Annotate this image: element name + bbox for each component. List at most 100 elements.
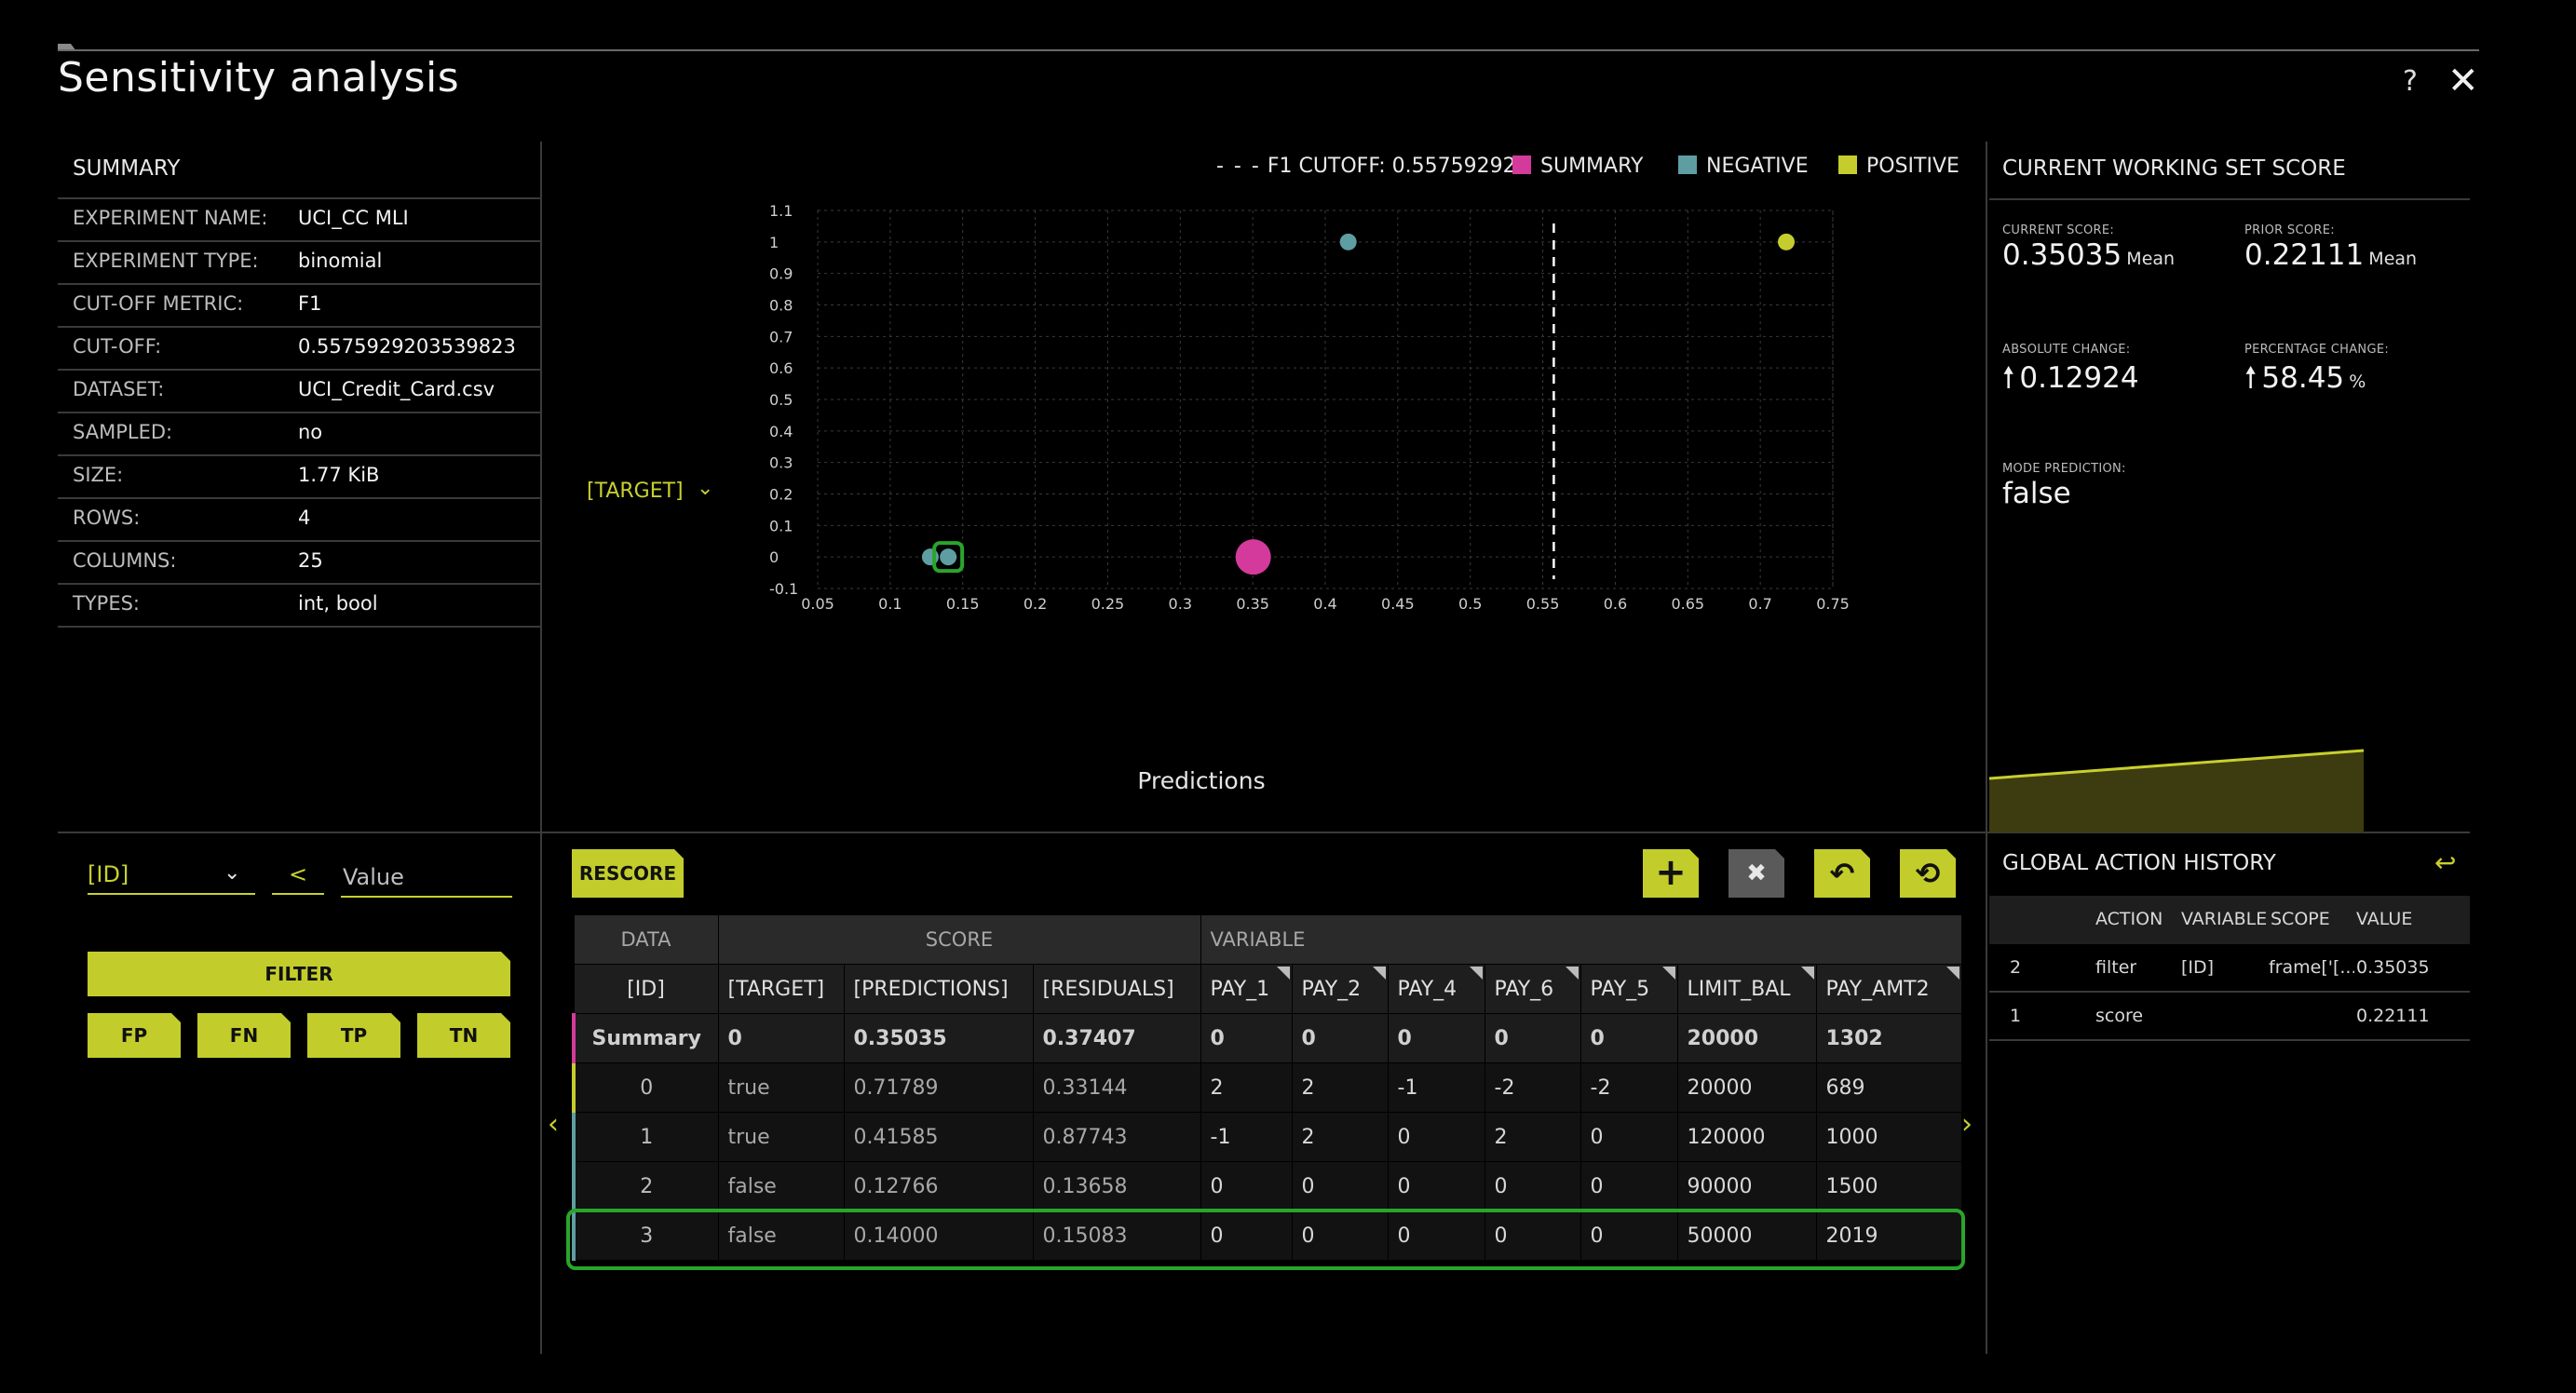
table-row[interactable]: 2 false 0.12766 0.13658 0 0 0 0 0 90000 1500 xyxy=(572,1161,1962,1211)
summary-value: 25 xyxy=(298,549,323,572)
column-header[interactable]: [PREDICTIONS] xyxy=(843,964,1034,1014)
reset-history-icon[interactable]: ⟲ xyxy=(1900,849,1956,898)
table-cell: -2 xyxy=(1484,1062,1581,1113)
mode-prediction-label: MODE PREDICTION: xyxy=(2002,462,2126,476)
history-row[interactable]: 1 score 0.22111 xyxy=(1989,993,2470,1041)
y-tick-label: 0.4 xyxy=(769,423,793,440)
scroll-left-icon[interactable]: ‹ xyxy=(548,1108,559,1141)
column-header-label: PAY_AMT2 xyxy=(1825,977,1930,1001)
legend-negative-label: NEGATIVE xyxy=(1706,155,1809,178)
undo-icon[interactable]: ↶ xyxy=(1814,849,1870,898)
x-tick-label: 0.4 xyxy=(1313,595,1336,613)
table-cell: 0.87743 xyxy=(1032,1112,1201,1162)
table-row[interactable]: 0 true 0.71789 0.33144 2 2 -1 -2 -2 20000 689 xyxy=(572,1062,1962,1113)
chevron-down-icon[interactable]: ⌄ xyxy=(697,477,713,500)
current-score-label: CURRENT SCORE: xyxy=(2002,223,2115,237)
legend-positive-label: POSITIVE xyxy=(1866,155,1959,178)
column-header[interactable]: PAY_AMT2 xyxy=(1815,964,1962,1014)
table-cell: 0 xyxy=(717,1013,845,1063)
summary-value: 0.5575929203539823 xyxy=(298,335,516,358)
legend-cutoff[interactable]: - - - F1 CUTOFF: 0.55759292 xyxy=(1216,155,1516,178)
summary-key: ROWS: xyxy=(73,507,141,529)
column-header[interactable]: [TARGET] xyxy=(717,964,845,1014)
panel-divider xyxy=(1986,142,1987,1354)
table-row[interactable]: 1 true 0.41585 0.87743 -1 2 0 2 0 120000 1000 xyxy=(572,1112,1962,1162)
legend-positive[interactable]: POSITIVE xyxy=(1838,155,1959,178)
rescore-button[interactable]: RESCORE xyxy=(572,849,684,898)
history-row[interactable]: 2 filter [ID] frame['[... 0.35035 xyxy=(1989,944,2470,993)
column-header[interactable]: PAY_2 xyxy=(1291,964,1389,1014)
point-negative xyxy=(1339,233,1357,250)
table-cell: 0.12766 xyxy=(843,1161,1034,1211)
column-header-label: LIMIT_BAL xyxy=(1687,977,1791,1001)
scroll-right-icon[interactable]: › xyxy=(1961,1108,1973,1141)
column-header[interactable]: [RESIDUALS] xyxy=(1032,964,1201,1014)
absolute-change-label: ABSOLUTE CHANGE: xyxy=(2002,343,2131,357)
sort-corner-icon xyxy=(1276,967,1290,980)
y-tick-label: 0.3 xyxy=(769,454,793,472)
column-header[interactable]: PAY_4 xyxy=(1387,964,1485,1014)
table-cell: false xyxy=(717,1161,845,1211)
y-tick-label: -0.1 xyxy=(769,580,798,598)
summary-key: CUT-OFF: xyxy=(73,335,162,358)
percentage-change-label: PERCENTAGE CHANGE: xyxy=(2244,343,2390,357)
help-icon[interactable]: ? xyxy=(2403,65,2418,98)
tp-button[interactable]: TP xyxy=(307,1013,400,1058)
prior-score-value: 0.22111 xyxy=(2244,238,2365,272)
summary-value: binomial xyxy=(298,250,383,272)
filter-value-input[interactable] xyxy=(341,859,512,898)
table-cell: 0 xyxy=(1579,1013,1678,1063)
x-tick-label: 0.7 xyxy=(1748,595,1771,613)
column-header[interactable]: LIMIT_BAL xyxy=(1676,964,1817,1014)
table-cell: 0.13658 xyxy=(1032,1161,1201,1211)
x-tick-label: 0.45 xyxy=(1381,595,1415,613)
history-index: 2 xyxy=(2010,957,2022,978)
chevron-down-icon[interactable]: ⌄ xyxy=(224,861,240,885)
summary-key: TYPES: xyxy=(73,592,140,615)
table-cell: 1 xyxy=(572,1112,719,1162)
summary-key: SAMPLED: xyxy=(73,421,173,443)
history-value: 0.35035 xyxy=(2356,957,2430,978)
table-cell: 0 xyxy=(1579,1112,1678,1162)
column-header-label: PAY_6 xyxy=(1494,977,1554,1001)
summary-row[interactable]: Summary 0 0.35035 0.37407 0 0 0 0 0 20000 1302 xyxy=(572,1013,1962,1063)
tn-button[interactable]: TN xyxy=(417,1013,510,1058)
x-tick-label: 0.2 xyxy=(1024,595,1047,613)
table-cell: 0 xyxy=(1387,1013,1485,1063)
history-action: filter xyxy=(2095,957,2137,978)
filter-operator-select[interactable]: < xyxy=(272,861,324,895)
table-cell: true xyxy=(717,1062,845,1113)
fn-button[interactable]: FN xyxy=(197,1013,291,1058)
page-title: Sensitivity analysis xyxy=(58,54,460,101)
close-icon[interactable]: ✕ xyxy=(2447,60,2479,102)
current-score-value: 0.35035 xyxy=(2002,238,2122,272)
legend-summary[interactable]: SUMMARY xyxy=(1512,155,1643,178)
summary-value: F1 xyxy=(298,292,322,315)
table-cell: 2 xyxy=(1291,1062,1389,1113)
column-header-label: [PREDICTIONS] xyxy=(853,977,1009,1001)
table-cell: 0 xyxy=(1484,1013,1581,1063)
y-tick-label: 0.6 xyxy=(769,359,793,377)
add-icon[interactable]: + xyxy=(1643,849,1699,898)
point-negative xyxy=(940,548,957,566)
summary-key: COLUMNS: xyxy=(73,549,177,572)
column-header[interactable]: PAY_6 xyxy=(1484,964,1581,1014)
column-header[interactable]: PAY_5 xyxy=(1579,964,1678,1014)
undo-icon[interactable]: ↩ xyxy=(2434,847,2456,878)
collapse-icon[interactable]: ✖ xyxy=(1729,849,1784,898)
current-score: 0.35035 Mean xyxy=(2002,238,2175,272)
y-tick-label: 0 xyxy=(769,548,779,566)
filter-button[interactable]: FILTER xyxy=(88,952,510,996)
table-cell: 0 xyxy=(1200,1161,1293,1211)
history-scope: frame['[... xyxy=(2269,957,2354,978)
table-cell: 20000 xyxy=(1676,1062,1817,1113)
legend-negative[interactable]: NEGATIVE xyxy=(1678,155,1809,178)
column-header[interactable]: [ID] xyxy=(573,964,719,1014)
column-header[interactable]: PAY_1 xyxy=(1200,964,1293,1014)
fp-button[interactable]: FP xyxy=(88,1013,181,1058)
score-panel-title: CURRENT WORKING SET SCORE xyxy=(2002,156,2346,181)
percentage-change: 🠕 58.45 % xyxy=(2244,357,2366,406)
x-tick-label: 0.5 xyxy=(1458,595,1482,613)
score-trend-sparkline xyxy=(1989,749,2365,832)
y-axis-select[interactable]: [TARGET] xyxy=(587,480,684,503)
